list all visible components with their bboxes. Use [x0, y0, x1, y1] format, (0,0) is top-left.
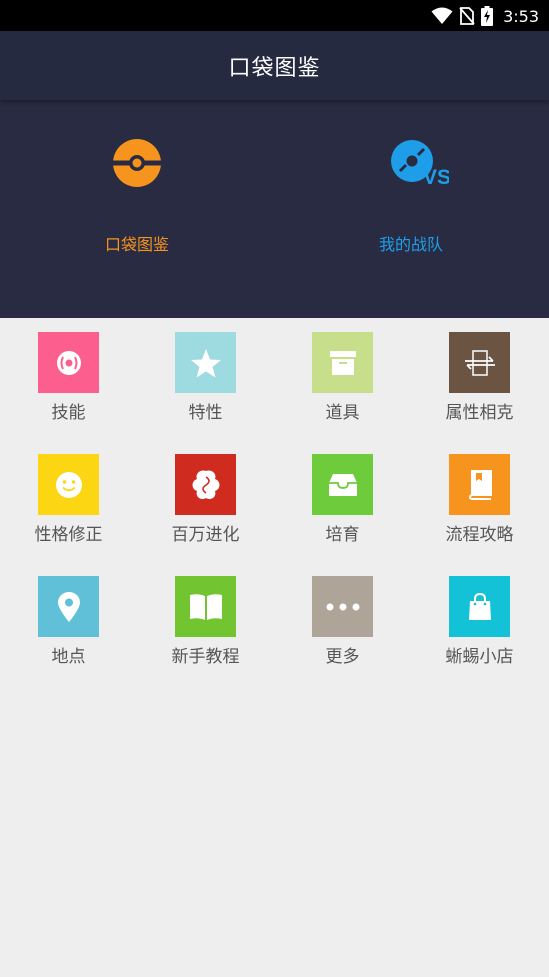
box-icon — [329, 350, 356, 375]
tile-icon-bg — [175, 454, 236, 515]
tile-label: 新手教程 — [171, 647, 240, 667]
grid-item-type-chart[interactable]: 属性相克 — [411, 318, 548, 428]
grid-item-natures[interactable]: 性格修正 — [0, 440, 137, 550]
tile-label: 培育 — [325, 525, 360, 545]
star-icon — [190, 348, 221, 377]
grid-item-locations[interactable]: 地点 — [0, 562, 137, 672]
tile-icon-bg — [38, 576, 99, 637]
tile-label: 技能 — [51, 403, 86, 423]
hero-section: 口袋图鉴 VS 我的战队 — [0, 100, 549, 318]
tile-icon-bg — [175, 332, 236, 393]
tile-icon-bg — [449, 332, 510, 393]
page-title: 口袋图鉴 — [228, 55, 321, 81]
battery-charging-icon — [481, 6, 494, 26]
app-bar: 口袋图鉴 — [0, 31, 549, 100]
tile-label: 百万进化 — [171, 525, 240, 545]
pokedex-label: 口袋图鉴 — [104, 235, 169, 254]
tile-icon-bg — [38, 454, 99, 515]
tile-icon-bg — [175, 576, 236, 637]
tile-label: 性格修正 — [34, 525, 103, 545]
my-team-label: 我的战队 — [378, 235, 443, 254]
tile-icon-bg — [312, 454, 373, 515]
tile-label: 蜥蜴小店 — [445, 647, 514, 667]
my-team-button[interactable]: VS 我的战队 — [274, 100, 548, 318]
tile-icon-bg — [312, 576, 373, 637]
tile-label: 特性 — [188, 403, 223, 423]
tile-icon-bg — [449, 576, 510, 637]
tile-label: 流程攻略 — [445, 525, 514, 545]
grid-item-items[interactable]: 道具 — [274, 318, 411, 428]
tile-icon-bg — [312, 332, 373, 393]
book-icon — [468, 469, 492, 500]
grid-item-walkthrough[interactable]: 流程攻略 — [411, 440, 548, 550]
clock: 3:53 — [503, 6, 539, 26]
vs-badge: VS — [423, 166, 449, 188]
map-pin-icon — [57, 591, 80, 622]
tile-label: 属性相克 — [445, 403, 514, 423]
swap-arrows-icon — [464, 349, 495, 376]
status-bar: 3:53 — [0, 0, 549, 31]
pinwheel-icon — [192, 470, 219, 499]
team-vs-icon: VS — [391, 140, 449, 188]
grid-item-skills[interactable]: 技能 — [0, 318, 137, 428]
disc-icon — [56, 350, 81, 375]
tile-icon-bg — [38, 332, 99, 393]
tile-label: 地点 — [51, 647, 86, 667]
status-icons: 3:53 — [431, 5, 539, 27]
grid-item-abilities[interactable]: 特性 — [137, 318, 274, 428]
grid-item-shop[interactable]: 蜥蜴小店 — [411, 562, 548, 672]
smiley-icon — [55, 471, 82, 498]
grid-item-tutorial[interactable]: 新手教程 — [137, 562, 274, 672]
tile-icon-bg — [449, 454, 510, 515]
open-book-icon — [189, 593, 222, 620]
pokeball-icon — [112, 139, 162, 187]
tile-label: 道具 — [325, 403, 360, 423]
inbox-icon — [328, 473, 357, 496]
wifi-icon — [431, 7, 453, 24]
shopping-bag-icon — [468, 592, 491, 620]
grid-item-more[interactable]: 更多 — [274, 562, 411, 672]
pokedex-button[interactable]: 口袋图鉴 — [0, 100, 274, 318]
grid-item-evolution[interactable]: 百万进化 — [137, 440, 274, 550]
tile-label: 更多 — [325, 647, 360, 667]
grid-item-breeding[interactable]: 培育 — [274, 440, 411, 550]
more-dots-icon — [326, 603, 359, 610]
no-sim-icon — [459, 7, 475, 25]
